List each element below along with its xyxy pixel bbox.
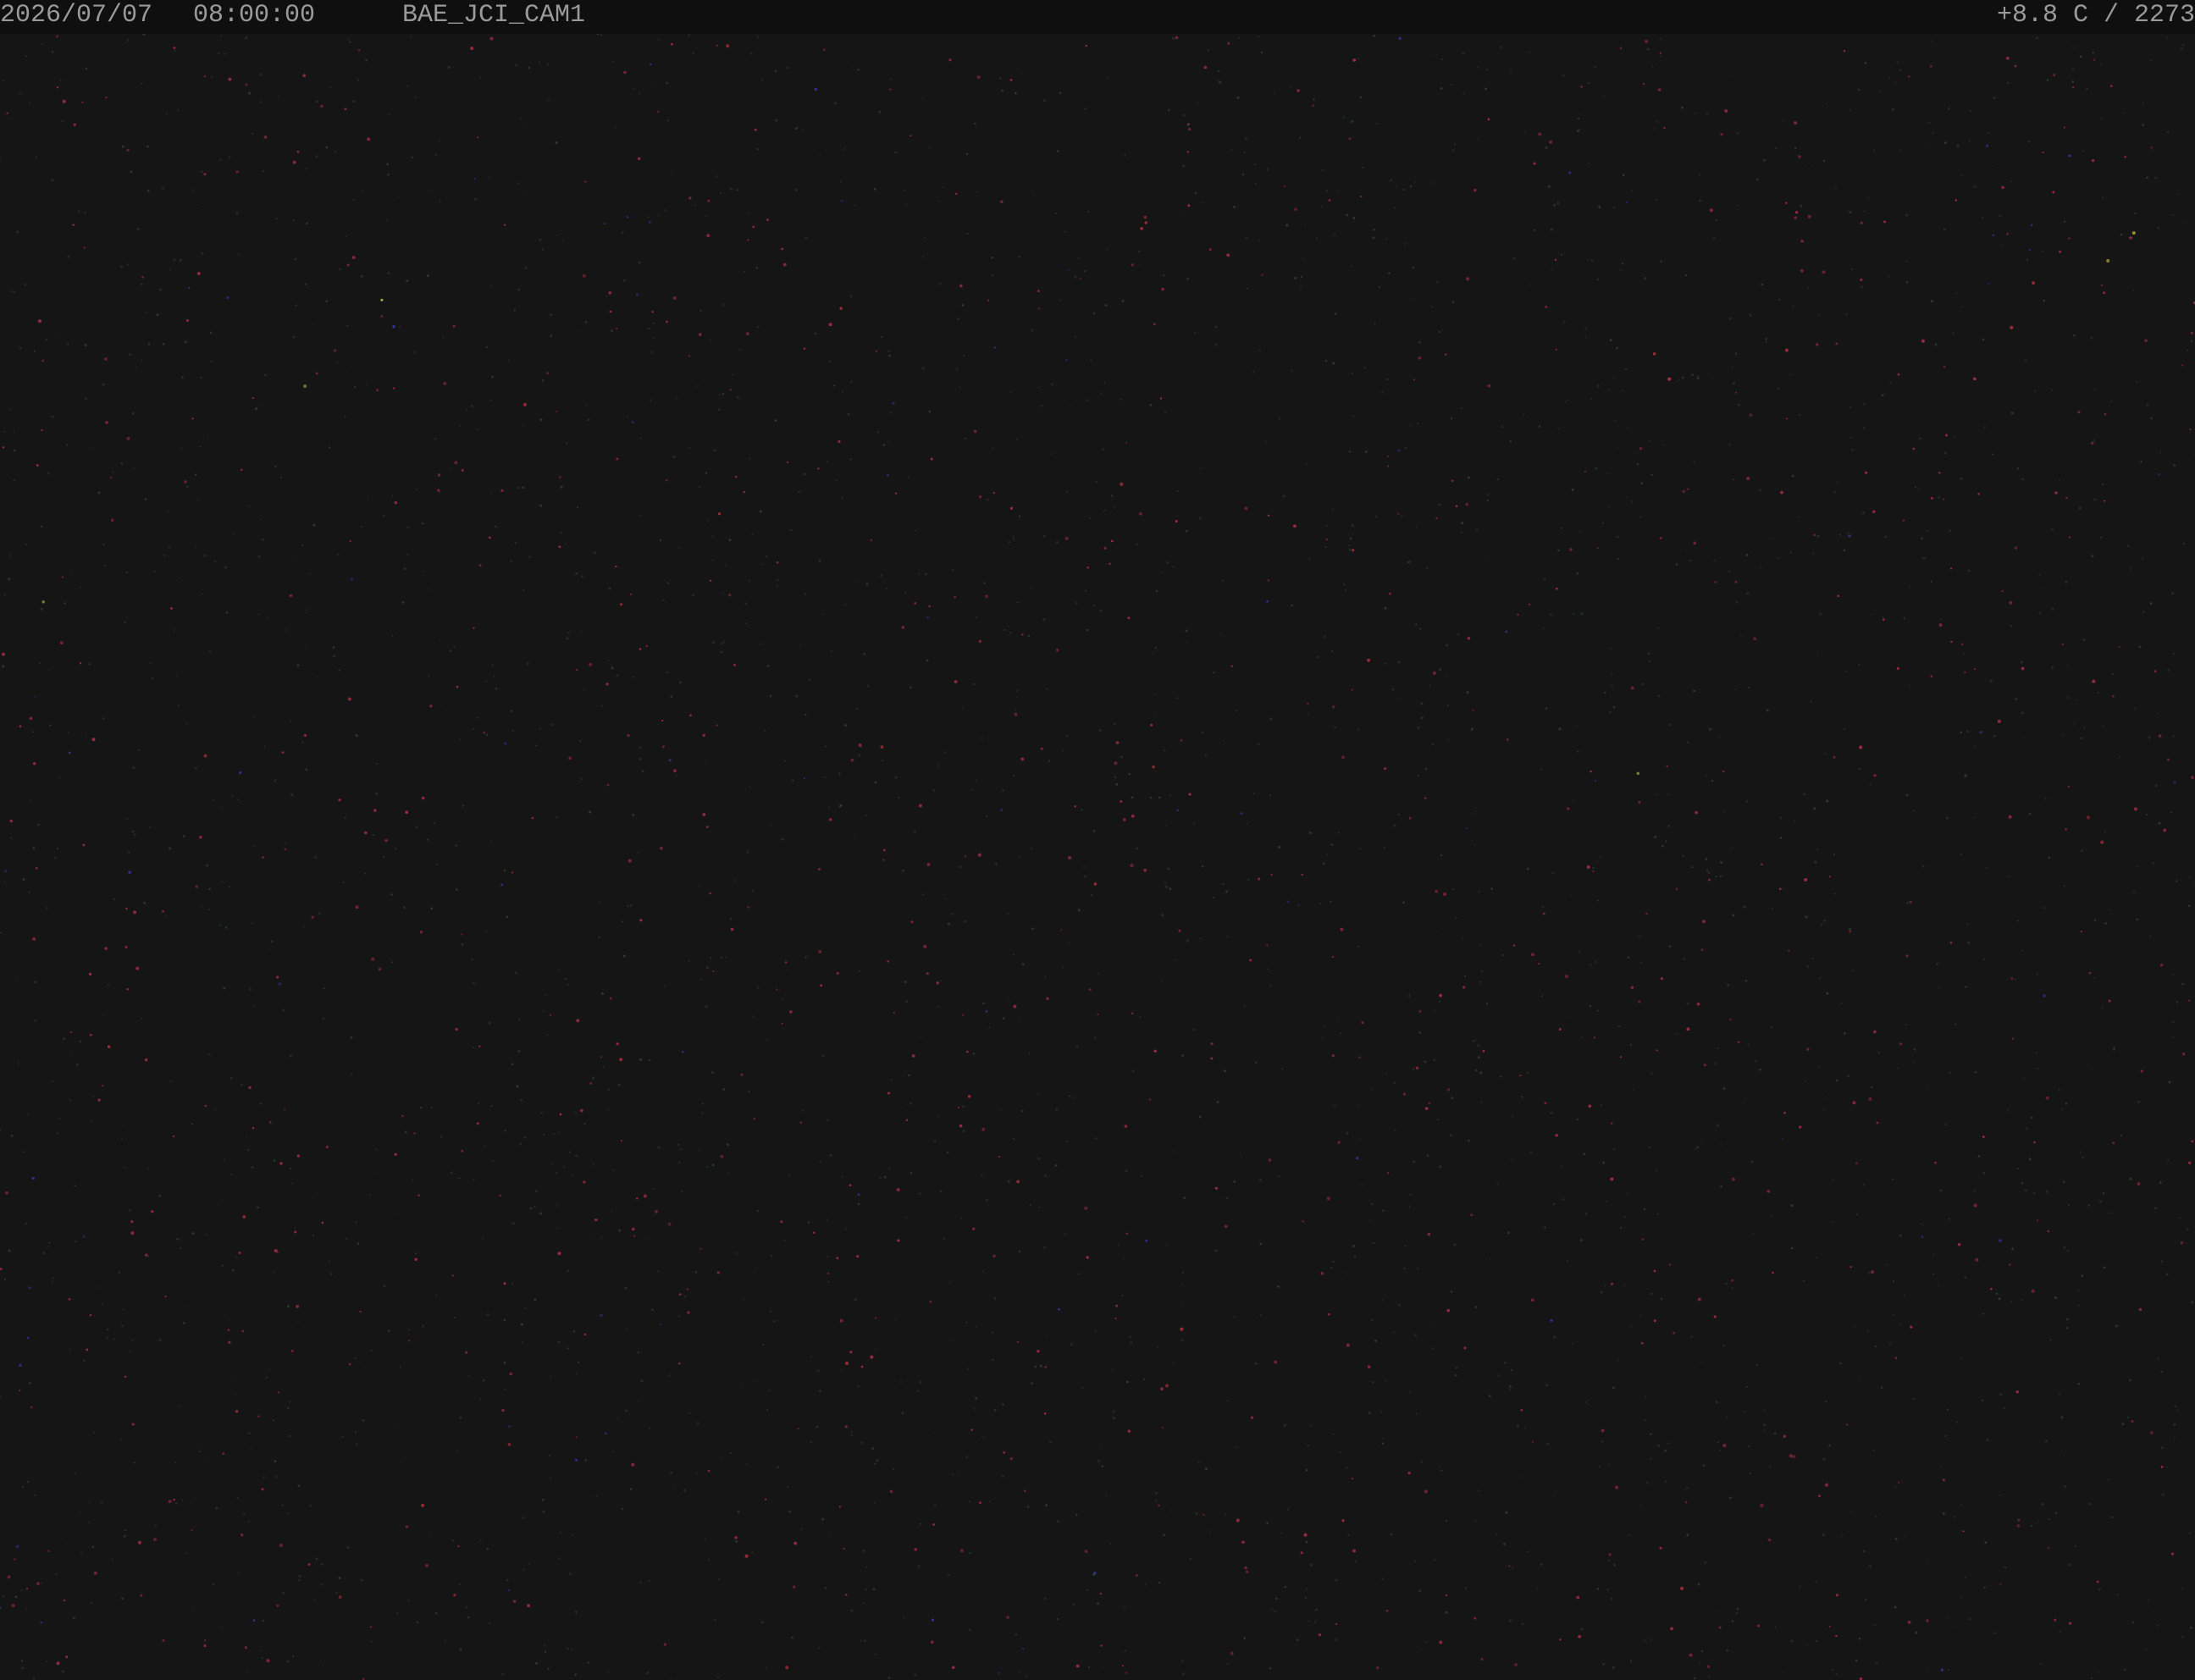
camera-frame: 2026/07/07 08:00:00 BAE_JCI_CAM1 +8.8 C … xyxy=(0,0,2195,1680)
sensor-noise-image xyxy=(0,34,2195,1680)
osd-time: 08:00:00 xyxy=(193,1,316,30)
osd-camera-name: BAE_JCI_CAM1 xyxy=(402,1,586,30)
osd-date: 2026/07/07 xyxy=(0,1,153,30)
osd-temperature-reading: +8.8 C / 2273 xyxy=(1996,1,2195,30)
osd-overlay-bar xyxy=(0,0,2195,34)
